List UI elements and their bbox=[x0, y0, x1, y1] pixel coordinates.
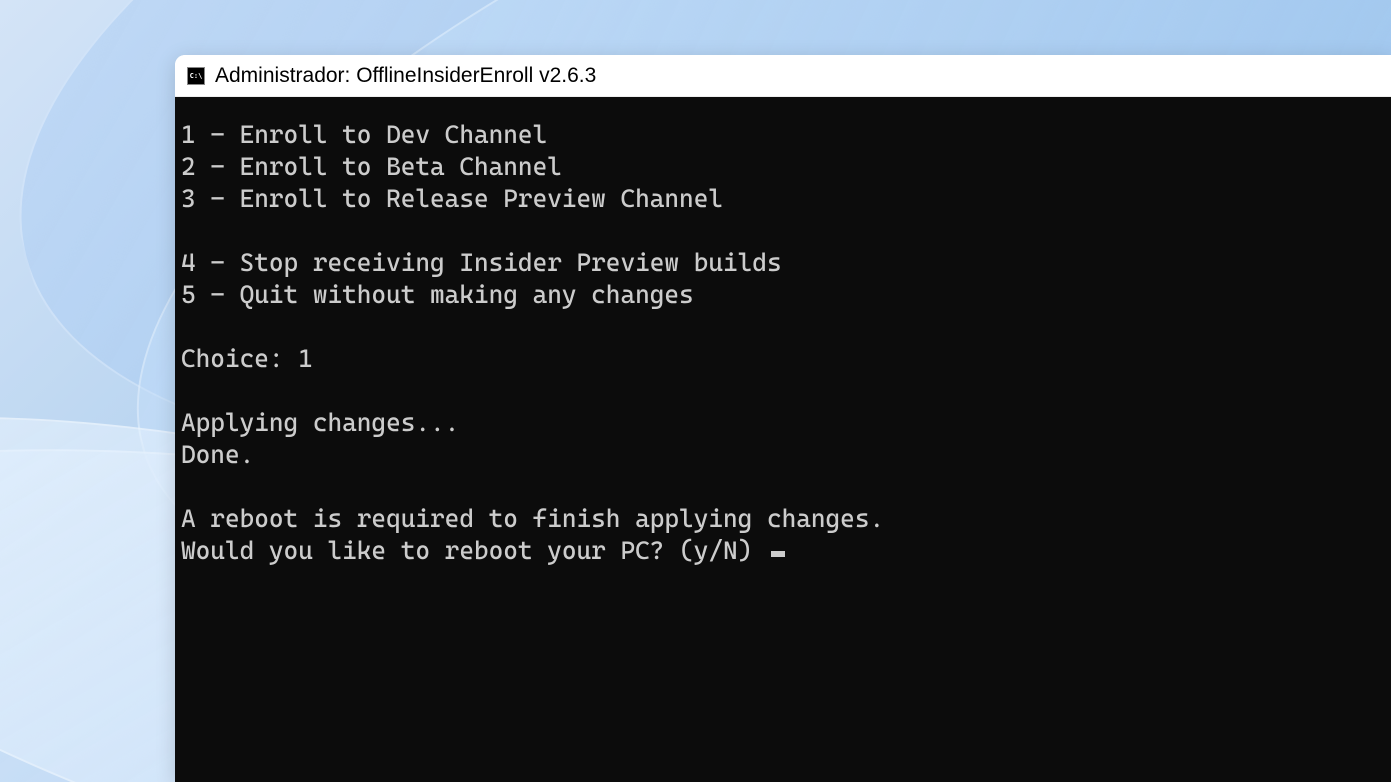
console-line: 3 - Enroll to Release Preview Channel bbox=[181, 184, 723, 213]
console-line: A reboot is required to finish applying … bbox=[181, 504, 884, 533]
console-line: 2 - Enroll to Beta Channel bbox=[181, 152, 562, 181]
window-title: Administrador: OfflineInsiderEnroll v2.6… bbox=[215, 64, 596, 88]
console-line: Applying changes... bbox=[181, 408, 459, 437]
cursor bbox=[771, 551, 785, 557]
console-line: 5 - Quit without making any changes bbox=[181, 280, 694, 309]
console-line: Choice: 1 bbox=[181, 344, 313, 373]
console-output[interactable]: 1 - Enroll to Dev Channel 2 - Enroll to … bbox=[175, 97, 1391, 782]
console-window: C:\ Administrador: OfflineInsiderEnroll … bbox=[175, 55, 1391, 782]
title-bar[interactable]: C:\ Administrador: OfflineInsiderEnroll … bbox=[175, 55, 1391, 97]
cmd-icon: C:\ bbox=[187, 67, 205, 85]
console-line: Done. bbox=[181, 440, 254, 469]
console-prompt: Would you like to reboot your PC? (y/N) bbox=[181, 536, 767, 565]
console-line: 4 - Stop receiving Insider Preview build… bbox=[181, 248, 782, 277]
console-line: 1 - Enroll to Dev Channel bbox=[181, 120, 547, 149]
